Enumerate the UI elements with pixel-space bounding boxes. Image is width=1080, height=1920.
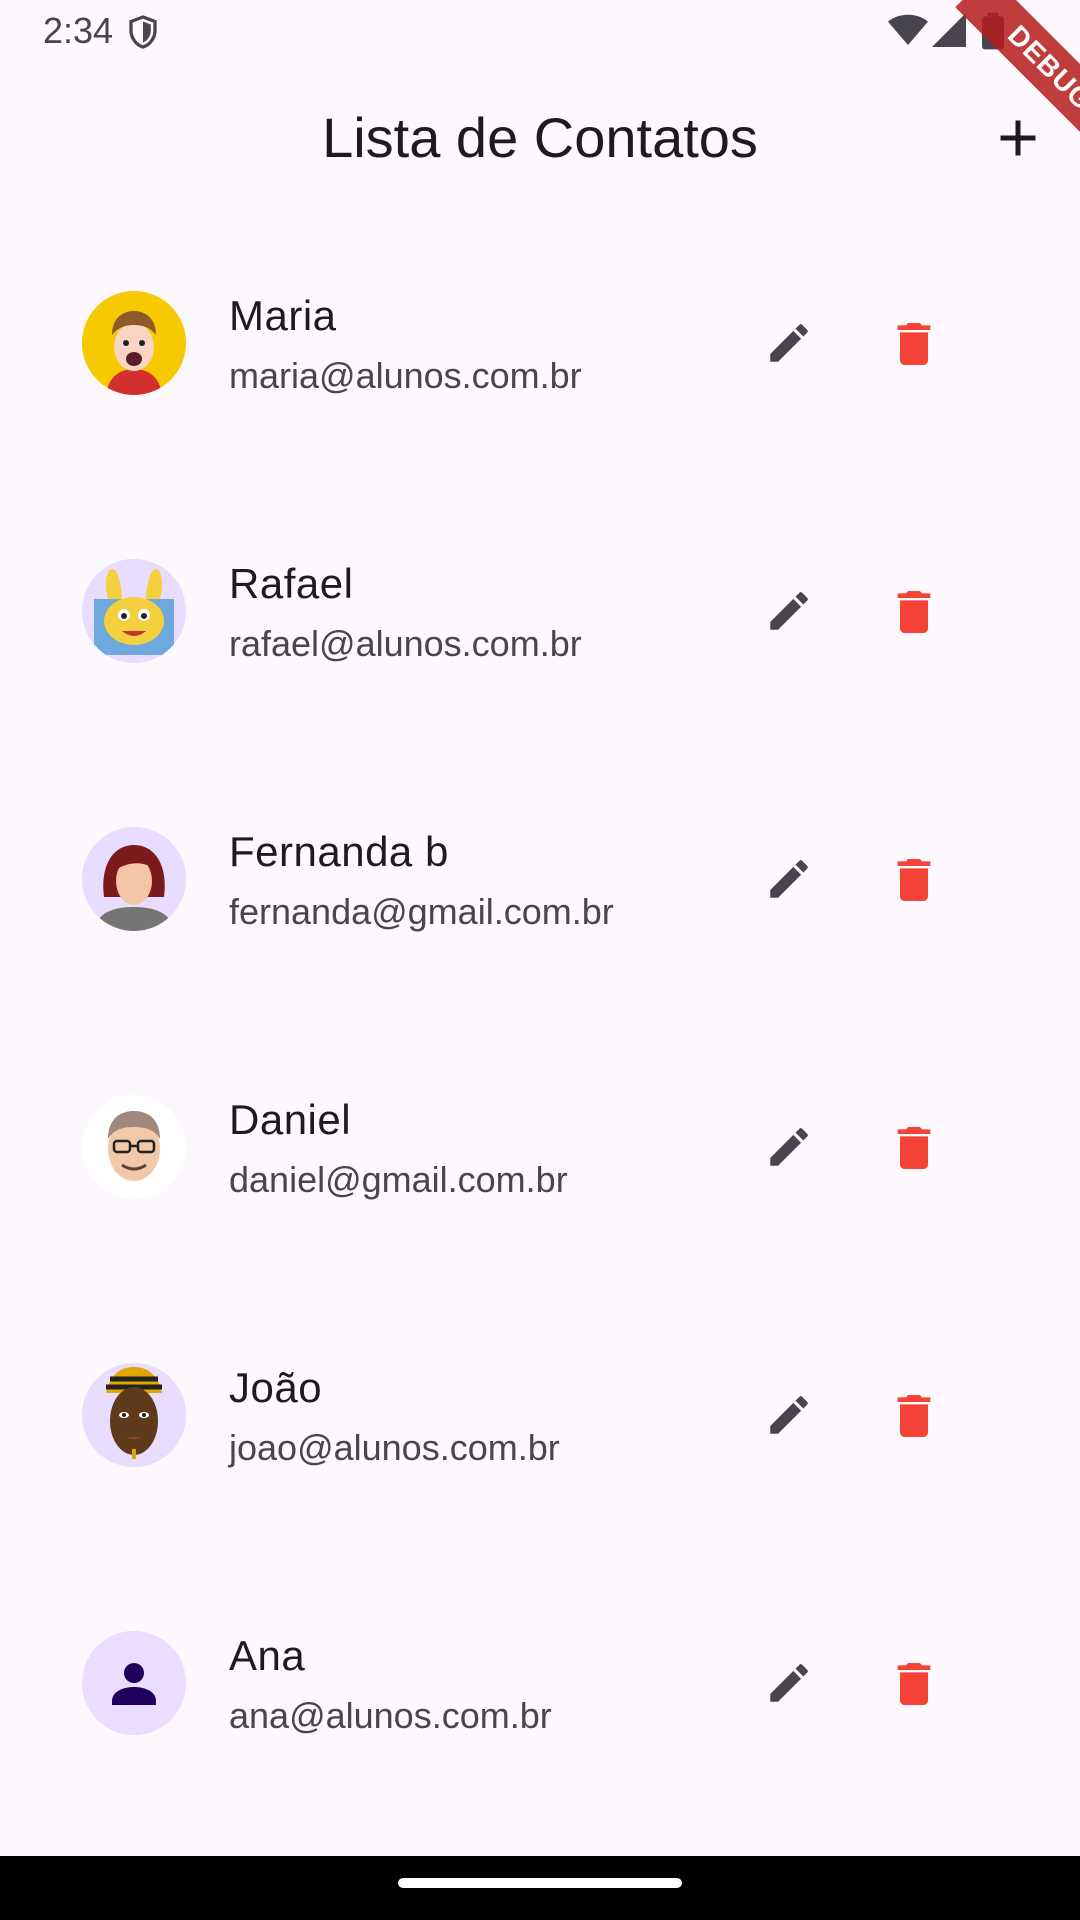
list-item[interactable]: João joao@alunos.com.br: [0, 1282, 1080, 1550]
contact-name: Fernanda b: [229, 828, 449, 875]
cartoon-rabbit-avatar: [82, 559, 186, 663]
list-item[interactable]: Maria maria@alunos.com.br: [0, 210, 1080, 478]
contact-email: daniel@gmail.com.br: [229, 1159, 568, 1200]
delete-icon[interactable]: [886, 852, 942, 908]
home-gesture-handle[interactable]: [398, 1878, 682, 1888]
red-hair-woman-avatar: [82, 827, 186, 931]
edit-icon[interactable]: [764, 1658, 814, 1708]
contact-email: ana@alunos.com.br: [229, 1695, 552, 1736]
delete-icon[interactable]: [886, 316, 942, 372]
delete-icon[interactable]: [886, 584, 942, 640]
contact-email: joao@alunos.com.br: [229, 1427, 560, 1468]
contact-name: Ana: [229, 1632, 306, 1679]
contact-name: Rafael: [229, 560, 354, 607]
edit-icon[interactable]: [764, 586, 814, 636]
list-item[interactable]: Fernanda b fernanda@gmail.com.br: [0, 746, 1080, 1014]
edit-icon[interactable]: [764, 854, 814, 904]
list-item[interactable]: Rafael rafael@alunos.com.br: [0, 478, 1080, 746]
app-bar: Lista de Contatos: [0, 60, 1080, 210]
contact-name: Daniel: [229, 1096, 352, 1143]
headwrap-woman-avatar: [82, 1363, 186, 1467]
person-icon: [82, 1631, 186, 1735]
shield-icon: [129, 15, 157, 49]
delete-icon[interactable]: [886, 1120, 942, 1176]
list-item[interactable]: Ana ana@alunos.com.br: [0, 1550, 1080, 1818]
delete-icon[interactable]: [886, 1388, 942, 1444]
contact-email: maria@alunos.com.br: [229, 355, 582, 396]
edit-icon[interactable]: [764, 1390, 814, 1440]
add-contact-button[interactable]: [988, 108, 1048, 168]
edit-icon[interactable]: [764, 1122, 814, 1172]
contact-email: fernanda@gmail.com.br: [229, 891, 614, 932]
contact-name: Maria: [229, 292, 337, 339]
edit-icon[interactable]: [764, 318, 814, 368]
system-navigation-bar: [0, 1856, 1080, 1920]
contact-email: rafael@alunos.com.br: [229, 623, 582, 664]
glasses-man-avatar: [82, 1095, 186, 1199]
contact-name: João: [229, 1364, 323, 1411]
cartoon-boy-avatar: [82, 291, 186, 395]
delete-icon[interactable]: [886, 1656, 942, 1712]
list-item[interactable]: Daniel daniel@gmail.com.br: [0, 1014, 1080, 1282]
status-bar: 2:34: [0, 0, 1080, 60]
status-time: 2:34: [43, 10, 114, 51]
page-title: Lista de Contatos: [322, 106, 758, 169]
